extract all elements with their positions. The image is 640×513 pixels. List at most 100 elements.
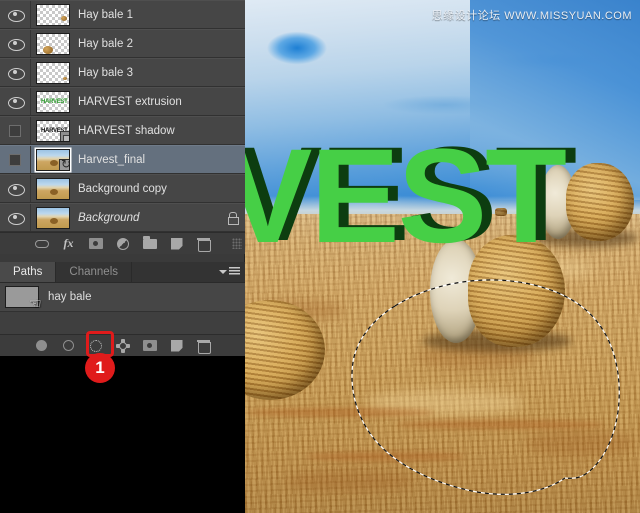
layer-name: Harvest_final xyxy=(78,153,146,166)
new-layer-icon[interactable] xyxy=(168,236,185,252)
eye-off-icon[interactable] xyxy=(0,117,31,144)
new-path-icon[interactable] xyxy=(168,338,185,354)
thumbnail-hay-bale xyxy=(63,76,67,80)
thumbnail-photo xyxy=(37,178,69,199)
fill-path-icon[interactable] xyxy=(33,338,50,354)
thumbnail-photo xyxy=(37,207,69,228)
layer-thumbnail xyxy=(36,206,70,229)
layer-thumbnail-cell[interactable] xyxy=(31,175,75,202)
eye-icon[interactable] xyxy=(0,88,31,115)
lock-icon xyxy=(227,212,239,225)
layer-thumbnail-cell[interactable]: HARVEST xyxy=(31,117,75,144)
layer-thumbnail-cell[interactable] xyxy=(31,204,75,231)
eye-visible-glyph xyxy=(7,96,25,109)
thumbnail-harvest-text: HARVEST xyxy=(41,98,68,105)
dirt-streak xyxy=(305,452,465,461)
layer-mask-icon[interactable] xyxy=(87,236,104,252)
layer-thumbnail xyxy=(36,61,70,84)
layer-thumbnail-cell[interactable] xyxy=(31,30,75,57)
paths-panel-toolbar[interactable] xyxy=(0,334,245,356)
thumbnail-transparency-checker xyxy=(37,4,69,25)
path-name: hay bale xyxy=(48,291,92,303)
layer-name: Hay bale 2 xyxy=(78,37,133,50)
layer-name: Background xyxy=(78,211,140,224)
thumbnail-hay-bale xyxy=(61,15,67,21)
eye-visible-glyph xyxy=(7,9,25,22)
delete-path-icon[interactable] xyxy=(195,338,212,354)
3d-layer-badge-icon xyxy=(60,130,69,141)
document-canvas[interactable]: VEST VEST 思缘设计论坛 WWW.MISSYUAN.COM xyxy=(245,0,640,513)
eye-visible-glyph xyxy=(7,212,25,225)
dirt-streak xyxy=(395,420,605,429)
panel-menu-icon[interactable] xyxy=(219,267,240,276)
thumbnail-transparency-checker xyxy=(37,62,69,83)
layer-row[interactable]: Hay bale 1 xyxy=(0,0,245,29)
trash-icon[interactable] xyxy=(195,236,212,252)
eye-hidden-glyph xyxy=(9,124,21,137)
layer-thumbnail-cell[interactable]: HARVEST xyxy=(31,88,75,115)
layer-name: HARVEST extrusion xyxy=(78,95,182,108)
adjustment-icon[interactable] xyxy=(114,236,131,252)
make-work-path-icon[interactable] xyxy=(114,338,131,354)
harvest-text-face: VEST xyxy=(245,122,567,271)
layer-name: Background copy xyxy=(78,182,167,195)
layer-name: HARVEST shadow xyxy=(78,124,175,137)
layer-thumbnail-cell[interactable] xyxy=(31,59,75,86)
stroke-path-icon[interactable] xyxy=(60,338,77,354)
layer-row[interactable]: HARVEST HARVEST shadow xyxy=(0,116,245,145)
smart-object-badge-icon xyxy=(59,157,69,170)
site-watermark: 思缘设计论坛 WWW.MISSYUAN.COM xyxy=(431,10,632,22)
layer-name: Hay bale 3 xyxy=(78,66,133,79)
hamburger-icon xyxy=(229,267,240,276)
layer-row[interactable]: Harvest_final xyxy=(0,145,245,174)
folder-icon[interactable] xyxy=(141,235,158,252)
eye-icon[interactable] xyxy=(0,1,31,28)
layer-row[interactable]: Background xyxy=(0,203,245,232)
photoshop-panel-stack: Hay bale 1 Hay bale 2 Hay bale 3 HARVEST HAR… xyxy=(0,0,245,356)
eye-icon[interactable] xyxy=(0,59,31,86)
eye-hidden-glyph xyxy=(9,153,21,166)
eye-off-icon[interactable] xyxy=(0,146,31,173)
eye-visible-glyph xyxy=(7,67,25,80)
screenshot-root: VEST VEST 思缘设计论坛 WWW.MISSYUAN.COM Hay ba… xyxy=(0,0,640,513)
eye-icon[interactable] xyxy=(0,204,31,231)
annotation-step-badge: 1 xyxy=(85,353,115,383)
layer-row[interactable]: Hay bale 2 xyxy=(0,29,245,58)
layer-thumbnail: HARVEST xyxy=(36,119,70,142)
load-selection-icon[interactable] xyxy=(87,338,104,354)
thumbnail-hay-bale xyxy=(43,45,53,54)
layer-thumbnail-cell[interactable] xyxy=(31,1,75,28)
eye-icon[interactable] xyxy=(0,30,31,57)
path-thumbnail: ☜ xyxy=(5,286,42,312)
layer-thumbnail xyxy=(36,177,70,200)
path-mask-icon[interactable] xyxy=(141,338,158,354)
paths-empty-area[interactable] xyxy=(0,312,245,334)
eye-visible-glyph xyxy=(7,38,25,51)
eye-icon[interactable] xyxy=(0,175,31,202)
chevron-down-icon xyxy=(219,269,227,274)
link-icon[interactable] xyxy=(33,236,50,252)
tab-paths[interactable]: Paths xyxy=(0,262,57,282)
layer-row[interactable]: Hay bale 3 xyxy=(0,58,245,87)
layer-row[interactable]: HARVEST HARVEST extrusion xyxy=(0,87,245,116)
layer-row[interactable]: Background copy xyxy=(0,174,245,203)
layer-thumbnail xyxy=(36,32,70,55)
thumbnail-transparency-checker xyxy=(37,33,69,54)
layer-thumbnail: HARVEST xyxy=(36,90,70,113)
field-patch xyxy=(285,470,415,492)
eye-visible-glyph xyxy=(7,183,25,196)
layer-thumbnail xyxy=(36,148,70,171)
panel-grip xyxy=(232,238,242,249)
layers-list[interactable]: Hay bale 1 Hay bale 2 Hay bale 3 HARVEST HAR… xyxy=(0,0,245,232)
paths-panel: Paths Channels ☜ hay bale xyxy=(0,262,245,356)
fx-icon[interactable]: fx xyxy=(60,236,77,252)
layers-panel-toolbar[interactable]: fx xyxy=(0,232,245,254)
hand-cursor-icon: ☜ xyxy=(29,296,42,312)
tab-channels[interactable]: Channels xyxy=(56,262,133,282)
layer-thumbnail-cell[interactable] xyxy=(31,146,75,173)
path-row[interactable]: ☜ hay bale xyxy=(0,283,245,312)
layer-lock-cell xyxy=(219,212,245,225)
layer-thumbnail xyxy=(36,3,70,26)
paths-panel-tab-bar[interactable]: Paths Channels xyxy=(0,262,245,283)
field-patch xyxy=(525,430,635,456)
